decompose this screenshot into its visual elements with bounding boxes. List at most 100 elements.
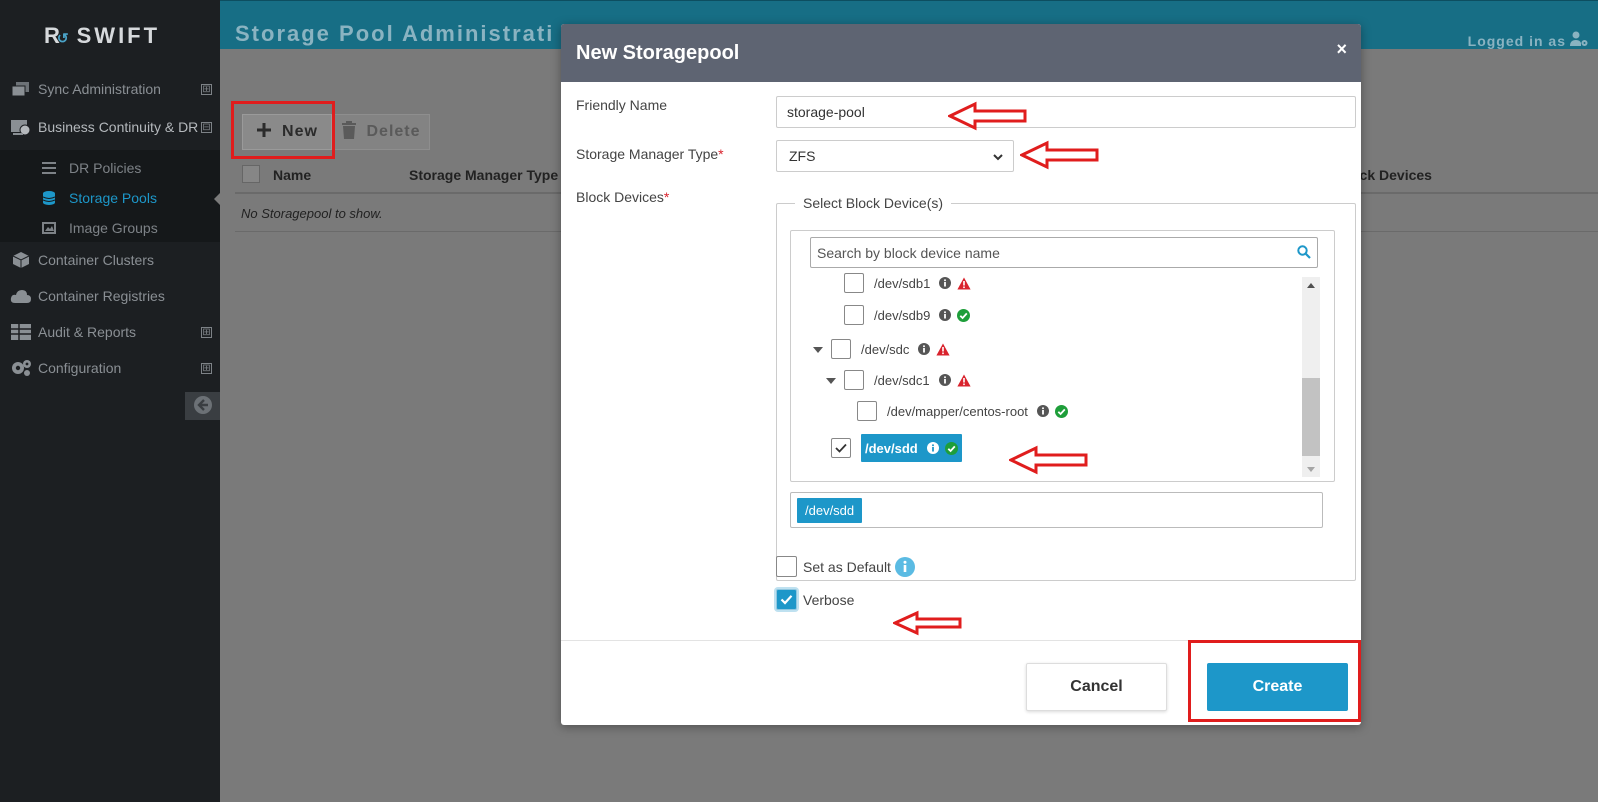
sidebar-item-container-registries[interactable]: Container Registries — [0, 279, 220, 313]
expand-caret-icon[interactable] — [826, 378, 836, 384]
device-checkbox[interactable] — [844, 370, 864, 390]
select-all-checkbox[interactable] — [242, 165, 260, 183]
device-label: /dev/sdb1 — [874, 275, 931, 291]
sidebar-item-container-clusters[interactable]: Container Clusters — [0, 243, 220, 277]
tree-node-dev-sdb1[interactable]: /dev/sdb1 — [844, 272, 971, 294]
warning-triangle-icon — [957, 277, 971, 290]
storage-manager-type-select[interactable]: ZFS — [776, 140, 1014, 172]
set-as-default-checkbox[interactable] — [776, 556, 797, 577]
info-circle-icon[interactable] — [938, 374, 951, 386]
sidebar-item-label: Container Clusters — [38, 252, 154, 268]
sidebar-item-label: Business Continuity & DR — [38, 119, 199, 135]
check-circle-icon — [957, 308, 971, 322]
device-label: /dev/sdc — [861, 341, 910, 357]
column-header-name[interactable]: Name — [273, 167, 311, 183]
dr-icon — [10, 118, 32, 136]
search-icon[interactable] — [1297, 245, 1311, 262]
info-circle-icon[interactable] — [939, 277, 952, 289]
info-circle-icon[interactable] — [1036, 405, 1049, 417]
device-checkbox[interactable] — [844, 305, 864, 325]
scrollbar-thumb[interactable] — [1302, 378, 1320, 456]
tree-node-dev-sdc[interactable]: /dev/sdc — [831, 338, 951, 360]
create-button[interactable]: Create — [1207, 663, 1348, 711]
table-icon — [10, 323, 32, 341]
tree-node-dev-sdc1[interactable]: /dev/sdc1 — [844, 369, 971, 391]
expand-icon[interactable]: ⊞ — [201, 326, 212, 338]
user-cog-icon — [1570, 31, 1588, 50]
device-label: /dev/sdc1 — [874, 372, 930, 388]
page-title: Storage Pool Administrati — [235, 21, 555, 46]
tree-node-dev-sdd[interactable]: /dev/sdd — [831, 434, 962, 462]
logo-mark: R↺ — [44, 23, 69, 48]
device-checkbox-checked[interactable] — [831, 438, 851, 458]
plus-icon — [256, 122, 272, 143]
collapse-sidebar-button[interactable] — [185, 392, 220, 420]
list-icon — [41, 161, 57, 175]
block-devices-fieldset: Select Block Device(s) /dev/sdb1 /dev/sd… — [776, 195, 1356, 581]
device-checkbox[interactable] — [857, 401, 877, 421]
delete-button-label: Delete — [366, 123, 421, 140]
new-button[interactable]: New — [242, 114, 332, 150]
select-block-devices-legend: Select Block Device(s) — [795, 195, 952, 211]
app-logo[interactable]: R↺ SWIFT — [44, 22, 160, 50]
device-checkbox[interactable] — [831, 339, 851, 359]
set-as-default-label: Set as Default — [803, 558, 891, 575]
block-device-search-input[interactable] — [810, 237, 1318, 268]
verbose-checkbox[interactable] — [776, 589, 797, 610]
image-group-icon — [41, 221, 57, 235]
tree-scrollbar[interactable] — [1302, 277, 1320, 477]
friendly-name-label: Friendly Name — [576, 97, 668, 113]
selected-device-chip[interactable]: /dev/sdd — [797, 498, 863, 523]
warning-triangle-icon — [936, 343, 951, 356]
cancel-button[interactable]: Cancel — [1026, 663, 1167, 711]
column-header-storage-manager-type[interactable]: Storage Manager Type — [409, 167, 558, 183]
expand-caret-icon[interactable] — [813, 347, 823, 353]
arrow-left-circle-icon — [193, 395, 213, 418]
sidebar-item-audit-reports[interactable]: Audit & Reports ⊞ — [0, 315, 220, 349]
block-devices-label: Block Devices* — [576, 189, 670, 205]
device-label: /dev/sdd — [865, 440, 918, 456]
dialog-header: New Storagepool × — [561, 24, 1361, 82]
column-header-block-devices[interactable]: ock Devices — [1351, 167, 1432, 183]
info-circle-icon[interactable] — [894, 556, 915, 577]
sidebar-item-configuration[interactable]: Configuration ⊞ — [0, 351, 220, 385]
sidebar-item-storage-pools[interactable]: Storage Pools — [0, 183, 220, 213]
delete-button[interactable]: Delete — [333, 114, 430, 150]
trash-icon — [342, 120, 357, 144]
chevron-down-icon — [992, 150, 1004, 166]
scroll-down-arrow-icon[interactable] — [1307, 467, 1315, 472]
info-circle-icon[interactable] — [918, 343, 931, 355]
active-pointer — [214, 193, 220, 205]
sidebar-item-label: Image Groups — [69, 220, 158, 236]
sidebar-item-dr-policies[interactable]: DR Policies — [0, 153, 220, 183]
selected-device-highlight[interactable]: /dev/sdd — [861, 434, 962, 462]
sidebar-item-label: Configuration — [38, 360, 122, 376]
tree-node-dev-sdb9[interactable]: /dev/sdb9 — [844, 304, 971, 326]
sidebar-submenu: DR Policies Storage Pools Image Groups — [0, 150, 220, 242]
collapse-icon[interactable]: ⊟ — [201, 121, 212, 133]
selected-devices-box[interactable]: /dev/sdd — [790, 492, 1323, 528]
new-button-label: New — [282, 123, 318, 140]
friendly-name-input[interactable] — [776, 96, 1356, 128]
close-button[interactable]: × — [1336, 39, 1347, 60]
logged-in-label[interactable]: Logged in as — [1468, 31, 1588, 50]
info-circle-icon[interactable] — [939, 309, 952, 321]
dialog-footer-divider — [561, 640, 1361, 641]
sidebar-item-image-groups[interactable]: Image Groups — [0, 213, 220, 243]
info-circle-icon[interactable] — [926, 442, 939, 454]
logo-text: SWIFT — [76, 23, 161, 48]
scroll-up-arrow-icon[interactable] — [1307, 283, 1315, 288]
block-device-tree: /dev/sdb1 /dev/sdb9 /dev/sdc /dev/sd — [790, 230, 1335, 482]
expand-icon[interactable]: ⊞ — [201, 83, 212, 95]
verbose-option[interactable]: Verbose — [776, 589, 854, 610]
cube-icon — [10, 251, 32, 269]
sync-icon — [10, 80, 32, 98]
check-circle-icon — [944, 441, 958, 455]
set-as-default-option[interactable]: Set as Default — [776, 556, 915, 577]
check-circle-icon — [1054, 404, 1068, 418]
sidebar-item-sync-administration[interactable]: Sync Administration ⊞ — [0, 72, 220, 106]
sidebar-item-business-continuity[interactable]: Business Continuity & DR ⊟ — [0, 110, 220, 144]
device-checkbox[interactable] — [844, 273, 864, 293]
expand-icon[interactable]: ⊞ — [201, 362, 212, 374]
tree-node-dev-mapper-centos-root[interactable]: /dev/mapper/centos-root — [857, 400, 1068, 422]
